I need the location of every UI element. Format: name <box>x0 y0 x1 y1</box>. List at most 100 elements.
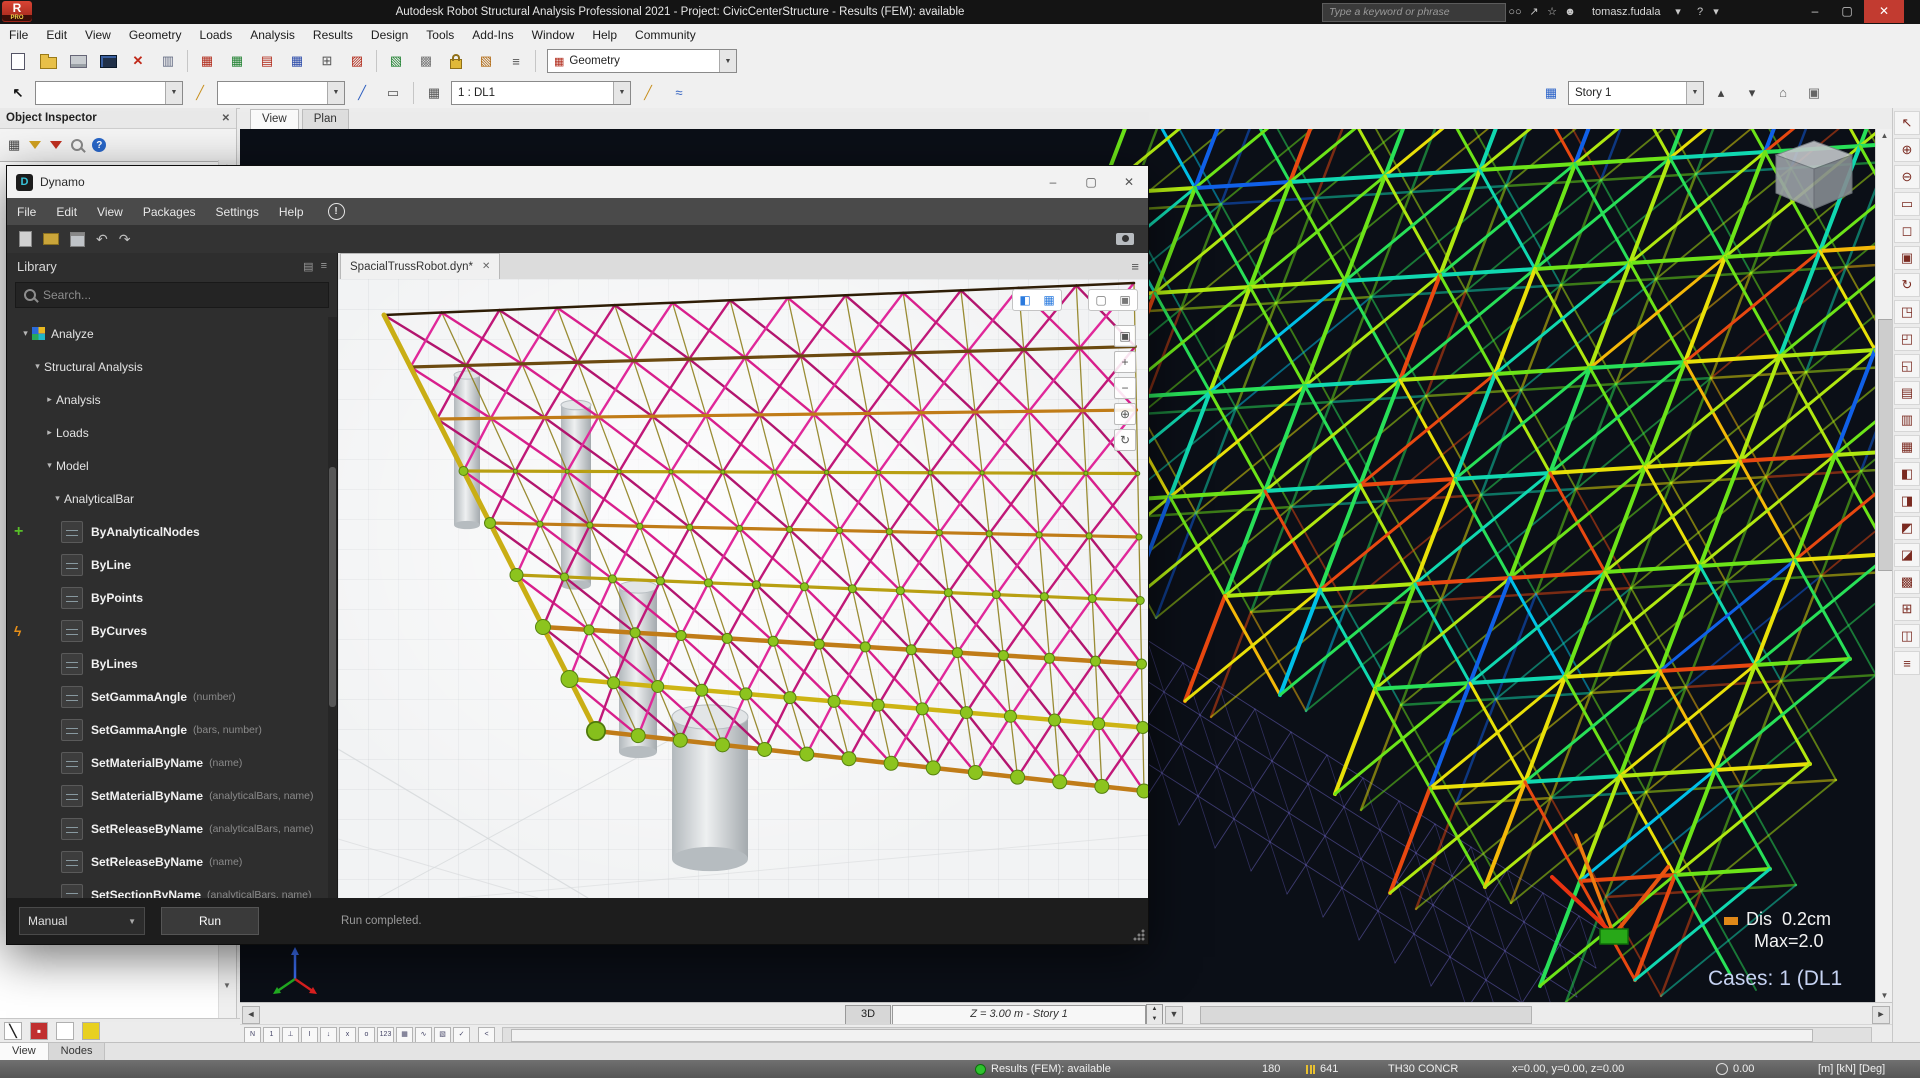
new-file-icon[interactable] <box>19 231 32 247</box>
orbit-icon[interactable]: ↻ <box>1114 429 1136 451</box>
tab-view-bottom[interactable]: View <box>0 1043 49 1061</box>
background-3d-icon[interactable]: ▢ <box>1089 290 1113 310</box>
chevron-down-icon[interactable]: ▾ <box>43 460 56 471</box>
tab-view[interactable]: View <box>250 109 299 129</box>
help-icon[interactable]: ? <box>1692 0 1708 24</box>
view-initial-icon[interactable]: ◻ <box>1894 219 1920 243</box>
load-case-combo[interactable]: 1 : DL1 ▼ <box>451 81 631 105</box>
library-scrollbar[interactable] <box>328 317 337 898</box>
user-menu-chevron-icon[interactable]: ▾ <box>1672 0 1684 24</box>
spin-up-icon[interactable]: ▲ <box>1147 1005 1162 1015</box>
layers-icon[interactable]: ◫ <box>1894 624 1920 648</box>
layout-selector-combo[interactable]: ▦ Geometry ▼ <box>547 49 737 73</box>
scroll-left-icon[interactable]: ◄ <box>242 1006 260 1024</box>
view-cube[interactable] <box>1768 135 1860 219</box>
view-yz-icon[interactable]: ◱ <box>1894 354 1920 378</box>
dynamo-menu-file[interactable]: File <box>7 205 46 219</box>
open-file-icon[interactable] <box>43 233 59 245</box>
library-group-model[interactable]: ▾ Model <box>7 449 328 482</box>
view-3d-icon[interactable]: ▣ <box>1894 246 1920 270</box>
undo-icon[interactable]: ↶ <box>96 231 108 248</box>
library-group-analyticalbar[interactable]: ▾ AnalyticalBar <box>7 482 328 515</box>
supports-display-icon[interactable]: ◩ <box>1894 516 1920 540</box>
results-table-button[interactable]: ▨ <box>343 48 371 75</box>
help-icon[interactable]: ? <box>92 138 106 152</box>
window-resize-grip[interactable] <box>1133 929 1145 941</box>
attr-lcs-icon[interactable]: x <box>339 1027 356 1043</box>
story-building-icon[interactable]: ▦ <box>1537 79 1565 106</box>
combo-dropdown-arrow-icon[interactable]: ▼ <box>165 82 182 104</box>
chevron-down-icon[interactable]: ▾ <box>51 493 64 504</box>
view-xy-icon[interactable]: ◳ <box>1894 300 1920 324</box>
list-button[interactable]: ≡ <box>502 48 530 75</box>
geometry-preview-icon[interactable]: ◧ <box>1013 290 1037 310</box>
viewport-vertical-scrollbar[interactable]: ▲ ▼ <box>1875 129 1893 1002</box>
graph-preview-icon[interactable]: ▦ <box>1037 290 1061 310</box>
story-single-button[interactable]: ▣ <box>1800 79 1828 106</box>
dynamo-titlebar[interactable]: D Dynamo – ▢ ✕ <box>7 166 1148 199</box>
dynamo-menu-edit[interactable]: Edit <box>46 205 87 219</box>
attr-loads-icon[interactable]: ↓ <box>320 1027 337 1043</box>
library-node-setreleasebyname-name[interactable]: SetReleaseByName (name) <box>7 845 328 878</box>
menu-geometry[interactable]: Geometry <box>120 28 191 42</box>
profile-display-icon[interactable]: ▥ <box>1894 408 1920 432</box>
loads-display-icon[interactable]: ◪ <box>1894 543 1920 567</box>
open-project-button[interactable] <box>34 48 62 75</box>
tab-nodes-bottom[interactable]: Nodes <box>49 1043 106 1061</box>
filter-funnel-icon[interactable] <box>29 141 41 149</box>
scrollbar-thumb[interactable] <box>1878 319 1893 571</box>
library-node-bycurves[interactable]: ϟ ByCurves <box>7 614 328 647</box>
library-group-loads[interactable]: ▸ Loads <box>7 416 328 449</box>
window-close-button[interactable]: ✕ <box>1864 0 1904 23</box>
highlight-display-icon[interactable] <box>82 1022 100 1040</box>
signed-in-user[interactable]: tomasz.fudala <box>1592 0 1660 24</box>
attr-mesh-icon[interactable]: ▦ <box>396 1027 413 1043</box>
story-down-button[interactable]: ▾ <box>1738 79 1766 106</box>
scrollbar-thumb[interactable] <box>511 1029 1813 1042</box>
story-spinner[interactable]: ▲▼ <box>1146 1004 1163 1026</box>
combinations-button[interactable]: ▧ <box>472 48 500 75</box>
panel-close-icon[interactable]: ✕ <box>222 113 230 124</box>
menu-loads[interactable]: Loads <box>191 28 242 42</box>
print-button[interactable] <box>64 48 92 75</box>
geometry-view-toggle[interactable]: ◧ ▦ <box>1012 289 1062 311</box>
dynamo-3d-preview[interactable]: ◧ ▦ ▢ ▣ ▣ + − ⊕ ↻ <box>338 279 1148 898</box>
window-minimize-button[interactable]: – <box>1800 0 1830 23</box>
library-node-setgammaangle-number[interactable]: SetGammaAngle (number) <box>7 680 328 713</box>
library-node-setsectionbyname[interactable]: SetSectionByName (analyticalBars, name) <box>7 878 328 898</box>
background-view-toggle[interactable]: ▢ ▣ <box>1088 289 1138 311</box>
library-node-bypoints[interactable]: ByPoints <box>7 581 328 614</box>
section-display-icon[interactable]: ▤ <box>1894 381 1920 405</box>
select-pointer-button[interactable]: ↖ <box>4 79 32 106</box>
window-maximize-button[interactable]: ▢ <box>1072 166 1110 198</box>
dynamo-menu-view[interactable]: View <box>87 205 133 219</box>
view-xz-icon[interactable]: ◰ <box>1894 327 1920 351</box>
menu-tools[interactable]: Tools <box>417 28 463 42</box>
units-indicator[interactable]: [m] [kN] [Deg] <box>1818 1060 1885 1078</box>
help-menu-chevron-icon[interactable]: ▾ <box>1710 0 1722 24</box>
axis-line-icon[interactable]: ╲ <box>4 1022 22 1040</box>
combo-dropdown-arrow-icon[interactable]: ▼ <box>128 917 136 926</box>
edit-case-button[interactable]: ╱ <box>634 79 662 106</box>
menu-community[interactable]: Community <box>626 28 705 42</box>
tab-menu-icon[interactable]: ≡ <box>1131 259 1139 274</box>
attr-collapse-icon[interactable]: < <box>478 1027 495 1043</box>
run-mode-combo[interactable]: Manual ▼ <box>19 907 145 935</box>
search-binoculars-icon[interactable]: ○○ <box>1506 0 1524 24</box>
combo-dropdown-arrow-icon[interactable]: ▼ <box>613 82 630 104</box>
library-search-input[interactable]: Search... <box>15 282 329 308</box>
combo-dropdown-arrow-icon[interactable]: ▼ <box>1686 82 1703 104</box>
story-up-button[interactable]: ▴ <box>1707 79 1735 106</box>
attr-123-icon[interactable]: 123 <box>377 1027 394 1043</box>
new-project-button[interactable] <box>4 48 32 75</box>
zoom-out-icon[interactable]: − <box>1114 377 1136 399</box>
calculation-report-button[interactable]: ▧ <box>382 48 410 75</box>
selection-box-button[interactable]: ▭ <box>379 79 407 106</box>
attr-releases-icon[interactable]: o <box>358 1027 375 1043</box>
dynamo-menu-packages[interactable]: Packages <box>133 205 206 219</box>
chevron-right-icon[interactable]: ▸ <box>43 394 56 405</box>
library-group-structural-analysis[interactable]: ▾ Structural Analysis <box>7 350 328 383</box>
menu-view[interactable]: View <box>76 28 120 42</box>
search-icon[interactable] <box>71 139 83 151</box>
share-icon[interactable]: ↗ <box>1526 0 1542 24</box>
